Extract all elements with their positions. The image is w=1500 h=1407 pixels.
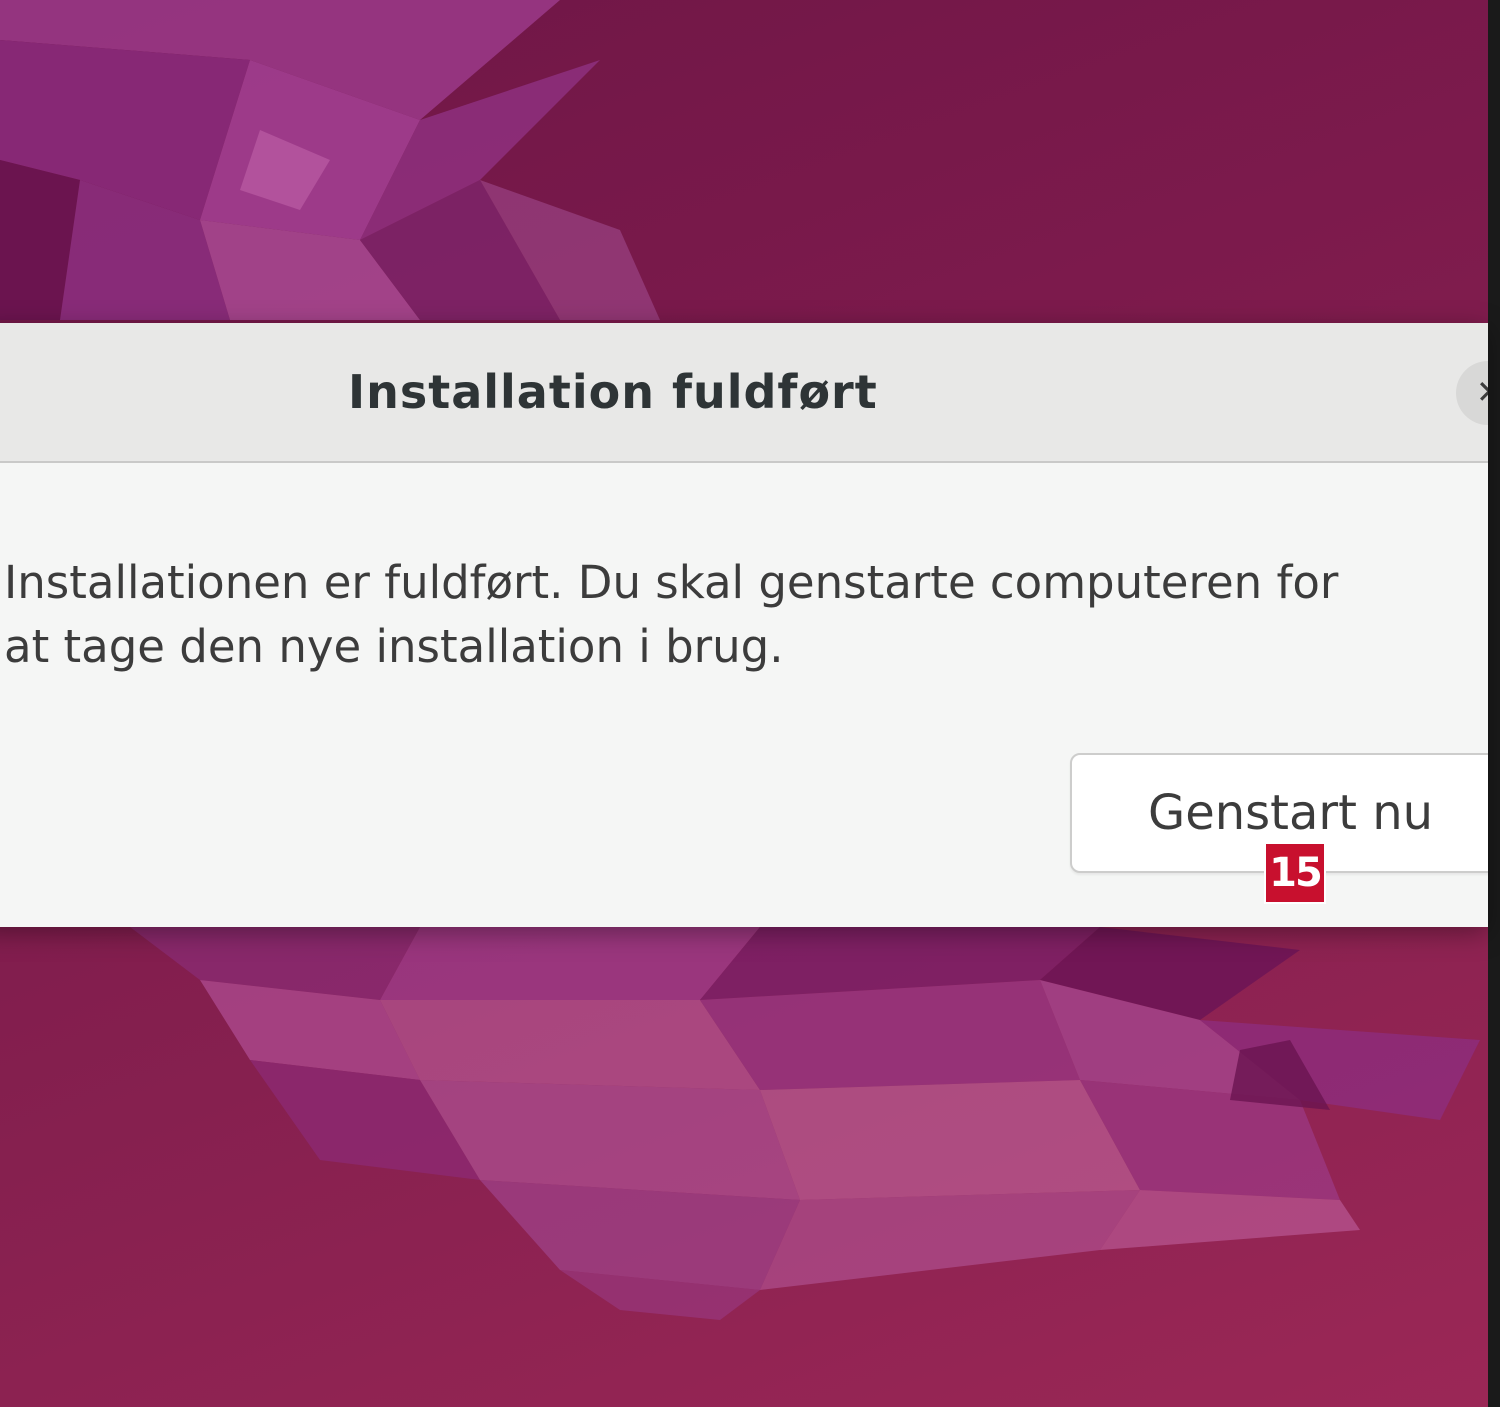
restart-now-label: Genstart nu [1148,785,1434,841]
installation-complete-dialog: Installation fuldført ✕ Installationen e… [0,323,1488,927]
close-button[interactable]: ✕ [1456,361,1488,425]
hint-badge: 15 [1264,842,1326,904]
dialog-titlebar: Installation fuldført ✕ [0,323,1488,463]
close-icon: ✕ [1476,373,1488,411]
dialog-message-line-2: at tage den nye installation i brug. [4,620,784,673]
screen-edge [1488,0,1500,1407]
dialog-message-line-1: Installationen er fuldført. Du skal gens… [4,556,1339,609]
desktop-screen: Installation fuldført ✕ Installationen e… [0,0,1500,1407]
dialog-message: Installationen er fuldført. Du skal gens… [4,551,1488,679]
dialog-title: Installation fuldført [348,365,878,419]
